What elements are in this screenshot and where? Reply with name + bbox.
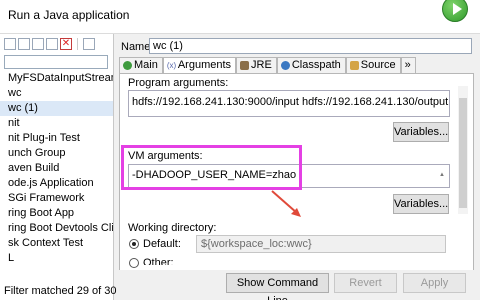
tab-classpath[interactable]: Classpath xyxy=(276,57,346,73)
default-label: Default: xyxy=(143,238,181,250)
arguments-icon: (x) xyxy=(166,61,177,70)
filter-input[interactable] xyxy=(4,55,108,69)
apply-button[interactable]: Apply xyxy=(403,273,466,293)
main-icon xyxy=(123,61,132,70)
program-variables-button[interactable]: Variables... xyxy=(393,122,449,142)
tab-label: Main xyxy=(134,59,158,71)
tab-label: JRE xyxy=(251,59,272,71)
config-tree: MyFSDataInputStream wc wc (1) nit nit Pl… xyxy=(0,71,113,266)
tree-item[interactable]: nit Plug-in Test xyxy=(0,131,113,146)
filter-icon[interactable] xyxy=(83,38,95,50)
duplicate-icon[interactable] xyxy=(18,38,30,50)
revert-button[interactable]: Revert xyxy=(334,273,397,293)
scroll-down-icon: ▼ xyxy=(439,183,447,187)
tree-item[interactable]: SGi Framework xyxy=(0,191,113,206)
tree-item[interactable]: ode.js Application xyxy=(0,176,113,191)
vm-variables-button[interactable]: Variables... xyxy=(393,194,449,214)
highlight-annotation xyxy=(121,145,302,190)
default-radio[interactable] xyxy=(129,239,139,249)
tab-label: Arguments xyxy=(177,59,232,71)
scroll-up-icon: ▲ xyxy=(439,172,445,178)
dialog-title: Run a Java application xyxy=(8,8,130,22)
tree-item[interactable]: ring Boot Devtools Clien xyxy=(0,221,113,236)
tab-jre[interactable]: JRE xyxy=(236,57,277,73)
export-icon[interactable] xyxy=(32,38,44,50)
tab-label: Source xyxy=(360,59,396,71)
config-tabs: Main (x) Arguments JRE Classpath Source … xyxy=(119,57,416,73)
delete-icon[interactable] xyxy=(60,38,72,50)
tree-item[interactable]: aven Build xyxy=(0,161,113,176)
new-config-icon[interactable] xyxy=(4,38,16,50)
tab-arguments[interactable]: (x) Arguments xyxy=(162,57,237,73)
tab-label: Classpath xyxy=(291,59,341,71)
jre-icon xyxy=(240,61,250,70)
tree-item[interactable]: nit xyxy=(0,116,113,131)
dialog-header: Run a Java application xyxy=(0,0,480,34)
source-icon xyxy=(349,61,359,70)
program-args-label: Program arguments: xyxy=(128,77,229,89)
configuration-list-panel: MyFSDataInputStream wc wc (1) nit nit Pl… xyxy=(0,34,122,300)
tab-more[interactable]: » xyxy=(400,57,416,73)
tab-source[interactable]: Source xyxy=(345,57,401,73)
left-toolbar xyxy=(4,38,95,52)
tree-item[interactable]: ring Boot App xyxy=(0,206,113,221)
import-icon[interactable] xyxy=(46,38,58,50)
working-dir-label: Working directory: xyxy=(128,222,217,234)
tree-item[interactable]: sk Context Test xyxy=(0,236,113,251)
other-radio[interactable] xyxy=(129,258,139,268)
run-icon xyxy=(442,0,468,22)
tree-item[interactable]: unch Group xyxy=(0,146,113,161)
filter-status: Filter matched 29 of 30 i xyxy=(4,285,123,297)
arrow-annotation-icon xyxy=(271,190,301,217)
name-field[interactable]: wc (1) xyxy=(149,38,472,54)
tree-item[interactable]: L xyxy=(0,251,113,266)
program-args-value: hdfs://192.168.241.130:9000/input hdfs:/… xyxy=(132,96,449,108)
show-command-line-button[interactable]: Show Command Line xyxy=(226,273,329,300)
more-tabs-icon: » xyxy=(404,59,411,71)
scrollbar-thumb[interactable] xyxy=(459,98,467,208)
vm-args-scroll[interactable]: ▲ ▼ xyxy=(439,167,447,185)
tree-item[interactable]: MyFSDataInputStream xyxy=(0,71,113,86)
tree-item[interactable]: wc xyxy=(0,86,113,101)
content-scrollbar[interactable] xyxy=(458,86,468,214)
tab-main[interactable]: Main xyxy=(119,57,163,73)
default-dir-field: ${workspace_loc:wwc} xyxy=(196,235,446,253)
toolbar-divider xyxy=(77,38,78,50)
other-label: Other: xyxy=(143,257,174,265)
program-args-textarea[interactable]: hdfs://192.168.241.130:9000/input hdfs:/… xyxy=(128,90,450,117)
tree-item-selected[interactable]: wc (1) xyxy=(0,101,113,116)
classpath-icon xyxy=(280,61,290,70)
